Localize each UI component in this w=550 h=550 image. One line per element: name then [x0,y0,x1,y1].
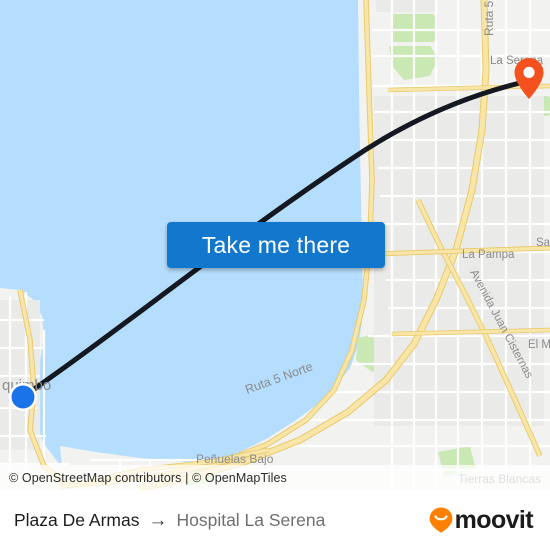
take-me-there-button[interactable]: Take me there [167,222,385,268]
bottom-bar: Plaza De Armas → Hospital La Serena moov… [0,490,550,550]
arrow-right-icon: → [148,509,168,531]
origin-marker[interactable] [6,380,40,414]
attribution-text: © OpenStreetMap contributors | © OpenMap… [9,470,287,485]
map-canvas[interactable]: Ruta 5La SerenaquimboLa PampaSanAvenida … [0,0,550,490]
moovit-pin-icon [429,507,453,533]
destination-marker[interactable] [512,57,546,101]
take-me-there-label: Take me there [201,231,351,258]
moovit-wordmark: moovit [454,505,534,534]
moovit-logo: moovit [428,506,550,534]
map-label: La Pampa [462,249,515,261]
map-label: San [536,237,550,249]
map-label: Peñuelas Bajo [196,452,274,466]
trip-destination: Hospital La Serena [176,509,326,530]
map-label: Ruta 5 [482,0,496,36]
trip-summary: Plaza De Armas → Hospital La Serena [0,510,428,531]
map-attribution: © OpenStreetMap contributors | © OpenMap… [0,465,550,490]
map-label: El M [528,339,550,351]
trip-map-screen: Ruta 5La SerenaquimboLa PampaSanAvenida … [0,0,550,550]
trip-origin: Plaza De Armas [14,509,140,530]
